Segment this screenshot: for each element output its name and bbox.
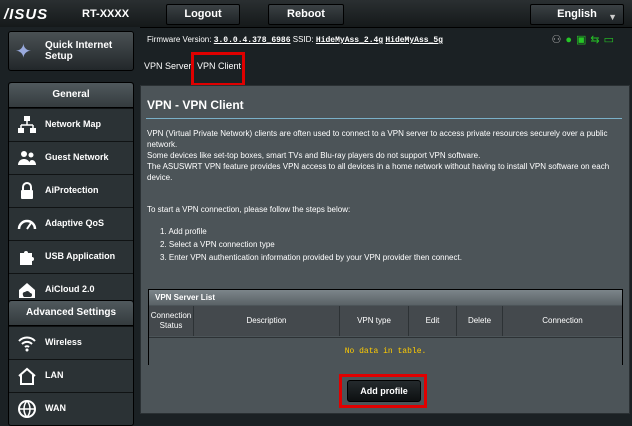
column-header-connection: Connection <box>542 316 583 325</box>
sidebar-item-label: Guest Network <box>45 152 109 162</box>
general-menu: General Network Map Guest Network AiProt… <box>8 82 134 307</box>
reboot-button[interactable]: Reboot <box>268 4 344 25</box>
highlight-add-profile-button <box>339 374 427 408</box>
language-label: English <box>557 8 597 20</box>
cloud-house-icon <box>17 280 37 300</box>
general-header: General <box>9 83 133 108</box>
step-1: 1. Add profile <box>160 227 207 236</box>
empty-table-message: No data in table. <box>344 347 427 356</box>
asus-logo: /ISUS <box>4 6 49 23</box>
ssid-24g-link[interactable]: HideMyAss_2.4g <box>316 36 383 45</box>
sidebar-item-lan[interactable]: LAN <box>9 359 133 392</box>
table-title: VPN Server List <box>149 290 622 305</box>
column-header-description: Description <box>194 306 340 336</box>
lock-icon <box>17 181 37 201</box>
sidebar-item-adaptive-qos[interactable]: Adaptive QoS <box>9 207 133 240</box>
ssid-label: SSID: <box>292 35 314 44</box>
table-header-row: Connection Status Description VPN type E… <box>149 306 622 336</box>
highlight-vpn-client-tab <box>191 52 245 86</box>
wifi-status-icon[interactable]: ▣ <box>576 34 590 46</box>
speedometer-icon <box>17 214 37 234</box>
clients-icon[interactable]: ⚇ <box>551 34 565 46</box>
title-divider <box>146 118 622 119</box>
wifi-icon <box>17 333 37 353</box>
sidebar-item-guest-network[interactable]: Guest Network <box>9 141 133 174</box>
house-icon <box>17 366 37 386</box>
step-2: 2. Select a VPN connection type <box>160 240 275 249</box>
sidebar-item-wireless[interactable]: Wireless <box>9 326 133 359</box>
top-bar: /ISUS RT-XXXX Logout Reboot English ▼ <box>0 0 632 28</box>
tab-vpn-server[interactable]: VPN Server <box>144 61 192 71</box>
app-icon[interactable]: ▭ <box>604 34 618 46</box>
model-name: RT-XXXX <box>82 8 130 20</box>
sidebar-item-label: LAN <box>45 370 64 380</box>
ssid-5g-link[interactable]: HideMyAss_5g <box>385 36 443 45</box>
sidebar-item-aiprotection[interactable]: AiProtection <box>9 174 133 207</box>
sidebar-item-label: Adaptive QoS <box>45 218 105 228</box>
sidebar-item-usb-application[interactable]: USB Application <box>9 240 133 273</box>
advanced-settings-menu: Advanced Settings Wireless LAN WAN <box>8 300 134 426</box>
globe-icon <box>17 399 37 419</box>
sidebar-item-label: Wireless <box>45 337 82 347</box>
description-paragraph-1: VPN (Virtual Private Network) clients ar… <box>147 129 608 149</box>
sidebar-item-network-map[interactable]: Network Map <box>9 108 133 141</box>
table-empty-row: No data in table. <box>149 337 622 365</box>
quick-internet-setup-button[interactable]: ✦ Quick Internet Setup <box>8 31 134 71</box>
column-header-edit: Edit <box>409 306 457 336</box>
page-title: VPN - VPN Client <box>147 98 244 112</box>
column-header-delete: Delete <box>457 306 503 336</box>
column-header-connection-status: Connection Status <box>149 306 194 336</box>
column-header-vpn-type: VPN type <box>340 306 409 336</box>
description-paragraph-3: The ASUSWRT VPN feature provides VPN acc… <box>147 162 610 182</box>
sidebar-item-label: AiCloud 2.0 <box>45 284 95 294</box>
advanced-settings-header: Advanced Settings <box>9 301 133 326</box>
step-3: 3. Enter VPN authentication information … <box>160 253 462 262</box>
internet-status-icon[interactable]: ● <box>565 34 576 46</box>
vpn-server-list-table: VPN Server List Connection Status Descri… <box>148 289 623 365</box>
firmware-label: Firmware Version: <box>147 35 212 44</box>
quick-setup-label: Quick Internet Setup <box>45 40 113 62</box>
network-map-icon <box>17 115 37 135</box>
magic-wand-icon: ✦ <box>15 41 32 63</box>
sidebar-item-wan[interactable]: WAN <box>9 392 133 425</box>
language-select[interactable]: English ▼ <box>530 4 624 25</box>
firmware-info: Firmware Version: 3.0.0.4.378_6986 SSID:… <box>147 35 443 45</box>
sidebar-item-label: AiProtection <box>45 185 99 195</box>
usb-icon[interactable]: ⇆ <box>590 34 603 46</box>
description-paragraph-2: Some devices like set-top boxes, smart T… <box>147 151 481 160</box>
logout-button[interactable]: Logout <box>166 4 240 25</box>
chevron-down-icon: ▼ <box>608 12 617 22</box>
firmware-link[interactable]: 3.0.0.4.378_6986 <box>214 36 291 45</box>
status-icons: ⚇●▣⇆▭ <box>551 33 618 46</box>
sidebar-item-label: USB Application <box>45 251 116 261</box>
sidebar: ✦ Quick Internet Setup General Network M… <box>0 27 140 426</box>
guest-network-icon <box>17 148 37 168</box>
vpn-client-panel: VPN - VPN Client VPN (Virtual Private Ne… <box>140 85 630 414</box>
status-bar: Firmware Version: 3.0.0.4.378_6986 SSID:… <box>140 27 632 51</box>
steps-intro: To start a VPN connection, please follow… <box>147 205 351 214</box>
sidebar-item-label: Network Map <box>45 119 102 129</box>
puzzle-icon <box>17 247 37 267</box>
